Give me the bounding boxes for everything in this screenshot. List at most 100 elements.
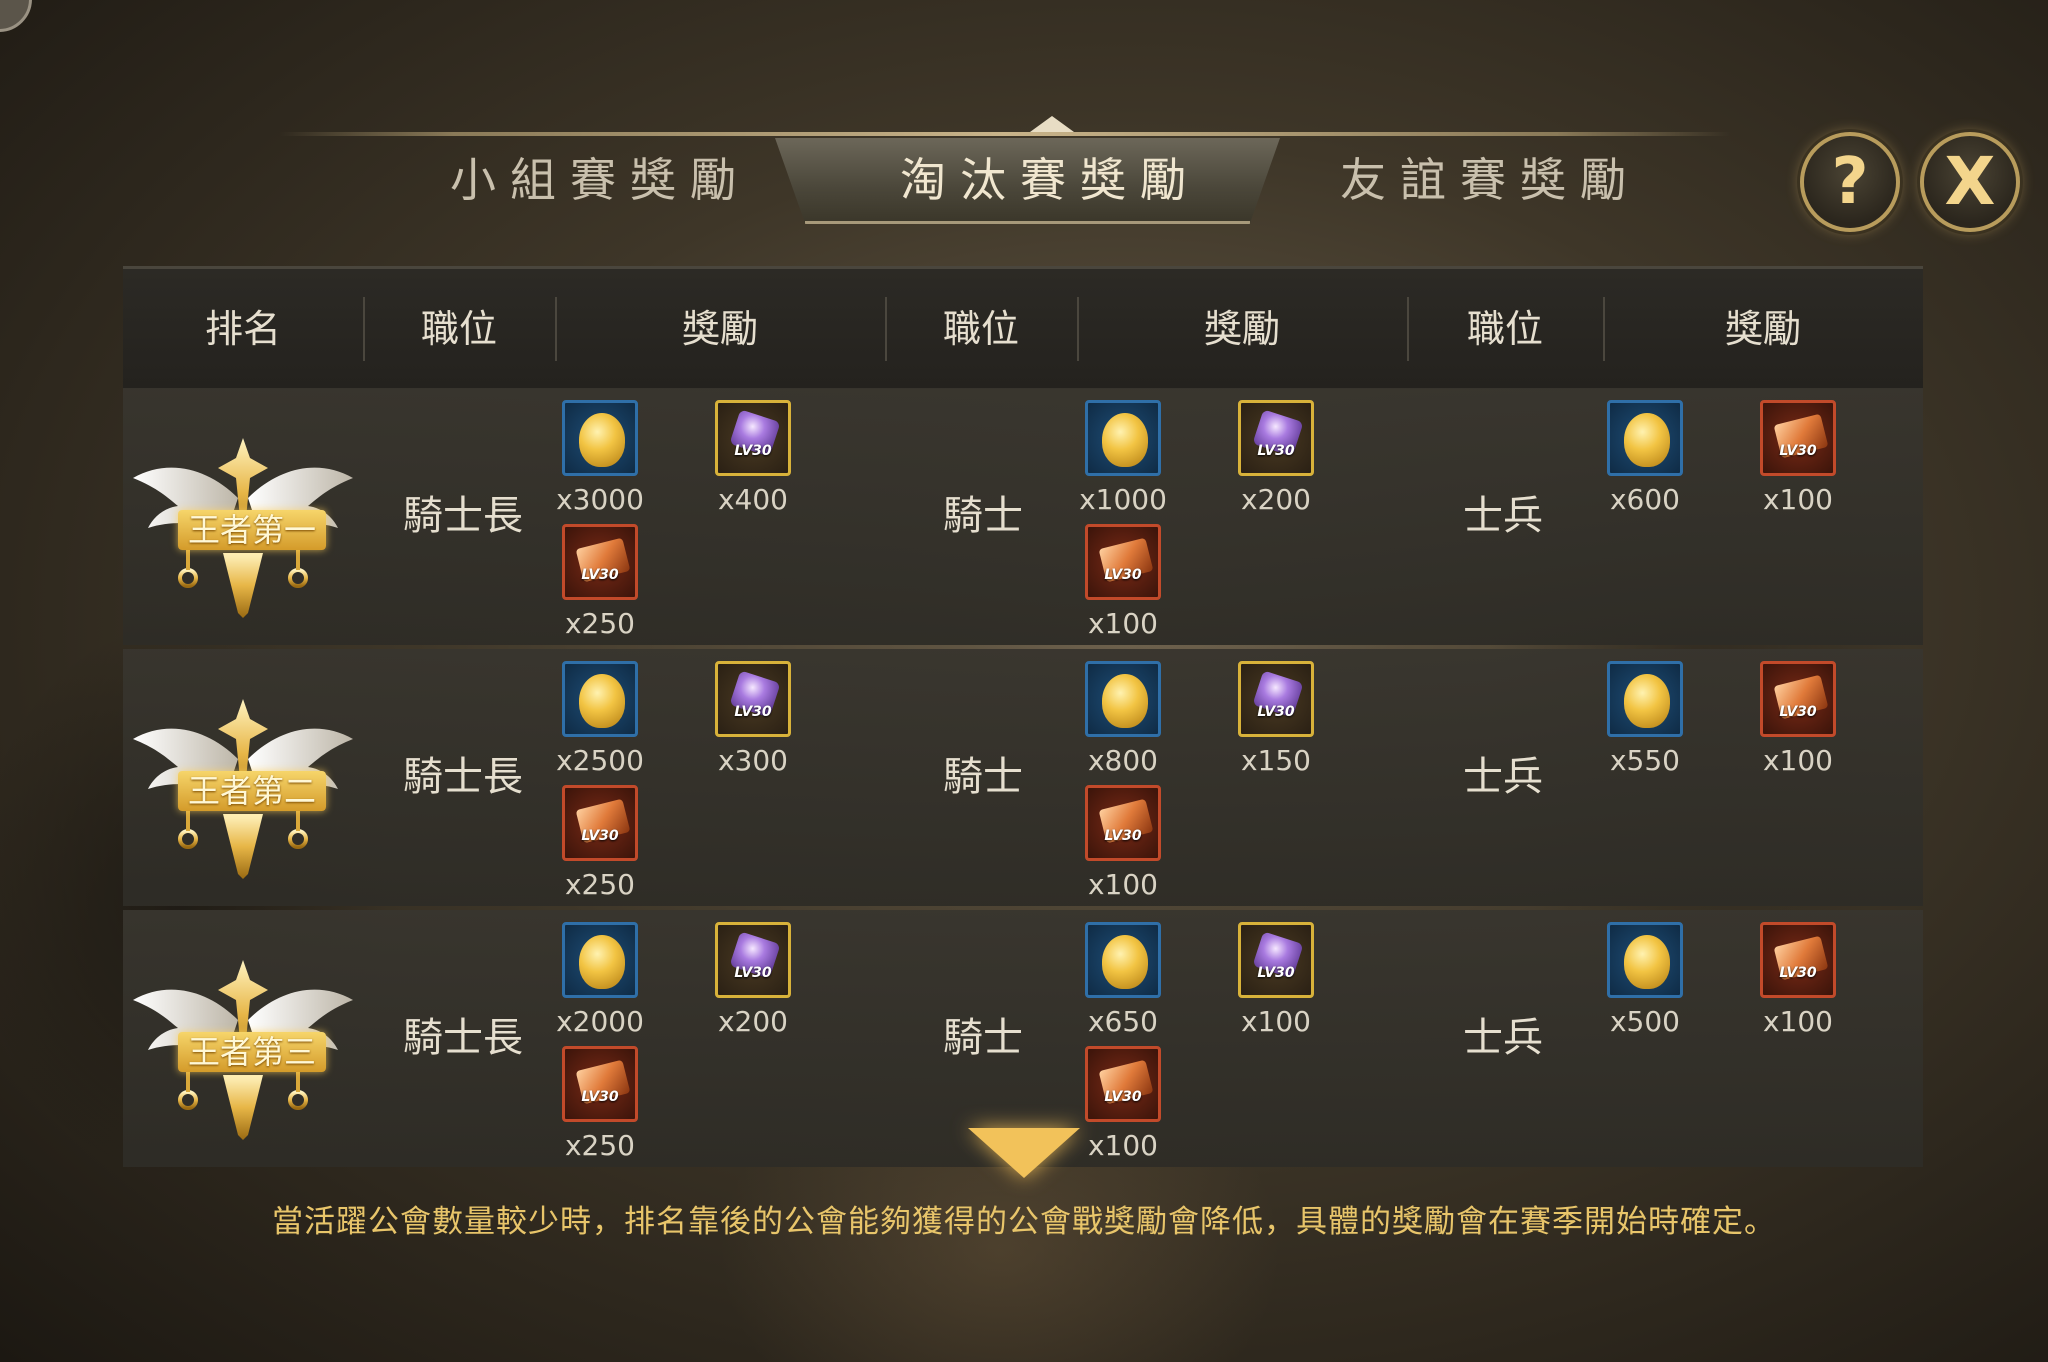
- item-level-label: LV30: [581, 1089, 619, 1105]
- reward-item-scroll[interactable]: LV30 x250: [545, 524, 655, 640]
- help-button[interactable]: ?: [1800, 132, 1900, 232]
- reward-item-scroll[interactable]: LV30 x100: [1743, 661, 1853, 777]
- reward-quantity: x100: [1762, 1005, 1833, 1038]
- purple-gem-icon: LV30: [715, 922, 791, 998]
- rewards-table: 排名 職位 獎勵 職位 獎勵 職位 獎勵 王者第一 騎士長 x3000 LV30…: [123, 266, 1923, 1167]
- reward-item-gem[interactable]: LV30 x200: [698, 922, 808, 1038]
- gold-coin-icon: [562, 661, 638, 737]
- role-knight: 騎士: [943, 754, 1023, 800]
- reward-tab-bar: 小組賽獎勵 淘汰賽獎勵 友誼賽獎勵: [280, 116, 1730, 228]
- reward-quantity: x100: [1762, 483, 1833, 516]
- tab-knockout-rewards[interactable]: 淘汰賽獎勵: [780, 150, 1320, 210]
- header-rank: 排名: [204, 307, 281, 351]
- role-knight-commander: 騎士長: [403, 754, 523, 800]
- orange-scroll-icon: LV30: [1085, 785, 1161, 861]
- reward-item-gem[interactable]: LV30 x100: [1221, 922, 1331, 1038]
- item-level-label: LV30: [1104, 567, 1142, 583]
- reward-item-scroll[interactable]: LV30 x100: [1743, 922, 1853, 1038]
- reward-item-scroll[interactable]: LV30 x100: [1743, 400, 1853, 516]
- scroll-down-arrow-icon[interactable]: [968, 1128, 1080, 1178]
- table-row: 王者第二 騎士長 x2500 LV30 x300 LV30 x250 騎士 x8…: [123, 649, 1923, 906]
- reward-item-scroll[interactable]: LV30 x100: [1068, 785, 1178, 901]
- gold-coin-icon: [1085, 661, 1161, 737]
- purple-gem-icon: LV30: [715, 400, 791, 476]
- role-soldier: 士兵: [1463, 754, 1543, 800]
- gold-coin-icon: [562, 400, 638, 476]
- reward-item-gold[interactable]: x550: [1590, 661, 1700, 777]
- rank-badge-icon: 王者第二: [128, 689, 358, 879]
- item-level-label: LV30: [1779, 704, 1817, 720]
- rank-badge-icon: 王者第一: [128, 428, 358, 618]
- reward-quantity: x100: [1762, 744, 1833, 777]
- orange-scroll-icon: LV30: [562, 524, 638, 600]
- reward-quantity: x1000: [1079, 483, 1167, 516]
- reward-quantity: x600: [1609, 483, 1680, 516]
- reward-quantity: x400: [717, 483, 788, 516]
- reward-item-gold[interactable]: x2000: [545, 922, 655, 1038]
- reward-quantity: x2000: [556, 1005, 644, 1038]
- reward-item-scroll[interactable]: LV30 x250: [545, 785, 655, 901]
- reward-quantity: x550: [1609, 744, 1680, 777]
- reward-item-gem[interactable]: LV30 x400: [698, 400, 808, 516]
- reward-item-gold[interactable]: x500: [1590, 922, 1700, 1038]
- table-header: 排名 職位 獎勵 職位 獎勵 職位 獎勵: [123, 266, 1923, 389]
- reward-item-gem[interactable]: LV30 x200: [1221, 400, 1331, 516]
- reward-quantity: x800: [1087, 744, 1158, 777]
- reward-quantity: x500: [1609, 1005, 1680, 1038]
- reward-item-gold[interactable]: x1000: [1068, 400, 1178, 516]
- reward-quantity: x300: [717, 744, 788, 777]
- item-level-label: LV30: [734, 704, 772, 720]
- item-level-label: LV30: [581, 828, 619, 844]
- item-level-label: LV30: [734, 965, 772, 981]
- reward-item-gem[interactable]: LV30 x150: [1221, 661, 1331, 777]
- header-position-2: 職位: [942, 307, 1019, 351]
- item-level-label: LV30: [1257, 443, 1295, 459]
- reward-quantity: x2500: [556, 744, 644, 777]
- reward-item-gem[interactable]: LV30 x300: [698, 661, 808, 777]
- item-level-label: LV30: [1779, 443, 1817, 459]
- gold-coin-icon: [1607, 400, 1683, 476]
- item-level-label: LV30: [1104, 828, 1142, 844]
- role-soldier: 士兵: [1463, 493, 1543, 539]
- orange-scroll-icon: LV30: [562, 1046, 638, 1122]
- header-reward-3: 獎勵: [1724, 307, 1801, 351]
- reward-quantity: x100: [1087, 868, 1158, 901]
- reward-item-gold[interactable]: x2500: [545, 661, 655, 777]
- reward-quantity: x3000: [556, 483, 644, 516]
- gold-coin-icon: [1085, 400, 1161, 476]
- orange-scroll-icon: LV30: [1760, 922, 1836, 998]
- reward-item-gold[interactable]: x600: [1590, 400, 1700, 516]
- gold-coin-icon: [562, 922, 638, 998]
- rank-label: 王者第三: [178, 1032, 326, 1072]
- role-knight-commander: 騎士長: [403, 493, 523, 539]
- reward-item-gold[interactable]: x800: [1068, 661, 1178, 777]
- tab-indicator-arrow: [1030, 116, 1074, 132]
- reward-item-gold[interactable]: x650: [1068, 922, 1178, 1038]
- tab-friendly-rewards[interactable]: 友誼賽獎勵: [1260, 150, 1720, 210]
- reward-quantity: x100: [1240, 1005, 1311, 1038]
- reward-quantity: x650: [1087, 1005, 1158, 1038]
- reward-item-scroll[interactable]: LV30 x100: [1068, 1046, 1178, 1162]
- header-reward-2: 獎勵: [1203, 307, 1280, 351]
- table-row: 王者第一 騎士長 x3000 LV30 x400 LV30 x250 騎士 x1…: [123, 388, 1923, 645]
- reward-quantity: x100: [1087, 607, 1158, 640]
- item-level-label: LV30: [581, 567, 619, 583]
- reward-quantity: x150: [1240, 744, 1311, 777]
- reward-quantity: x200: [717, 1005, 788, 1038]
- reward-item-scroll[interactable]: LV30 x100: [1068, 524, 1178, 640]
- tab-divider-line: [280, 132, 1730, 136]
- item-level-label: LV30: [1104, 1089, 1142, 1105]
- reward-quantity: x100: [1087, 1129, 1158, 1162]
- purple-gem-icon: LV30: [1238, 400, 1314, 476]
- reward-quantity: x250: [564, 1129, 635, 1162]
- orange-scroll-icon: LV30: [1760, 661, 1836, 737]
- gold-coin-icon: [1607, 922, 1683, 998]
- header-position-1: 職位: [420, 307, 497, 351]
- close-button[interactable]: X: [1920, 132, 2020, 232]
- purple-gem-icon: LV30: [715, 661, 791, 737]
- reward-item-gold[interactable]: x3000: [545, 400, 655, 516]
- item-level-label: LV30: [1257, 965, 1295, 981]
- reward-item-scroll[interactable]: LV30 x250: [545, 1046, 655, 1162]
- role-soldier: 士兵: [1463, 1015, 1543, 1061]
- tab-group-stage-rewards[interactable]: 小組賽獎勵: [370, 150, 830, 210]
